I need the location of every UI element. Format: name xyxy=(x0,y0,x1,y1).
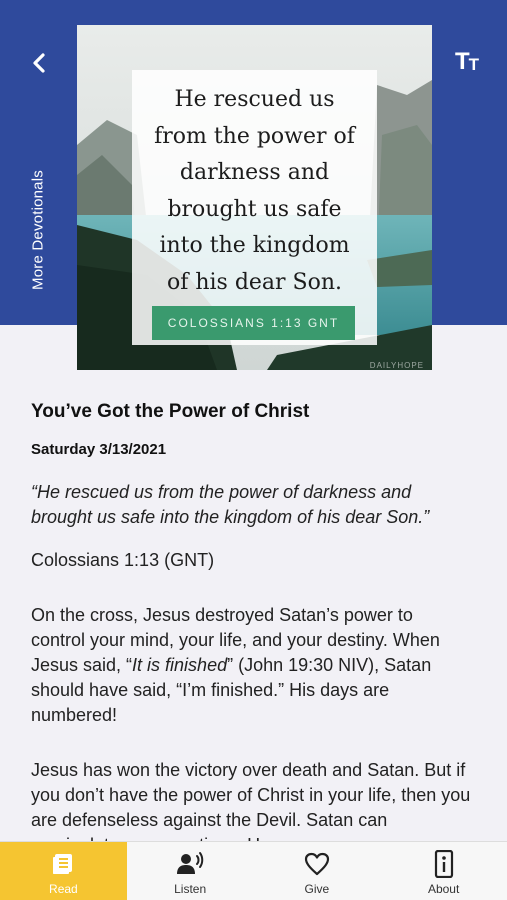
tab-label: Read xyxy=(49,882,78,896)
devotional-title: You’ve Got the Power of Christ xyxy=(31,401,310,422)
tab-label: Give xyxy=(304,882,330,896)
more-devotionals-link[interactable]: More Devotionals xyxy=(24,160,52,300)
text-size-button[interactable]: TT xyxy=(455,44,489,74)
info-icon xyxy=(429,850,459,878)
quote-card: He rescued us from the power of darkness… xyxy=(132,70,377,345)
tab-listen[interactable]: Listen xyxy=(127,842,254,900)
verse-text: “He rescued us from the power of darknes… xyxy=(31,482,430,527)
tab-label: Listen xyxy=(174,882,207,896)
paragraph-1: On the cross, Jesus destroyed Satan’s po… xyxy=(31,605,440,725)
more-devotionals-label: More Devotionals xyxy=(29,170,47,290)
devotional-content: You’ve Got the Power of Christ Saturday … xyxy=(31,401,471,858)
tab-bar: Read Listen Give About xyxy=(0,841,507,900)
book-icon xyxy=(48,850,78,878)
devotional-date: Saturday 3/13/2021 xyxy=(31,441,167,458)
heart-icon xyxy=(302,850,332,878)
verse-reference: Colossians 1:13 (GNT) xyxy=(31,550,215,570)
back-button[interactable] xyxy=(24,48,54,78)
text-size-icon: T xyxy=(455,48,470,75)
watermark: DAILYHOPE xyxy=(369,361,424,370)
chevron-left-icon xyxy=(33,53,45,73)
quote-text: He rescued us from the power of darkness… xyxy=(154,87,355,295)
tab-about[interactable]: About xyxy=(380,842,507,900)
reference-badge: COLOSSIANS 1:13 GNT xyxy=(152,306,355,340)
speaker-icon xyxy=(175,850,205,878)
tab-read[interactable]: Read xyxy=(0,842,127,900)
tab-give[interactable]: Give xyxy=(254,842,381,900)
tab-label: About xyxy=(427,882,460,896)
hero-image: He rescued us from the power of darkness… xyxy=(77,25,432,370)
